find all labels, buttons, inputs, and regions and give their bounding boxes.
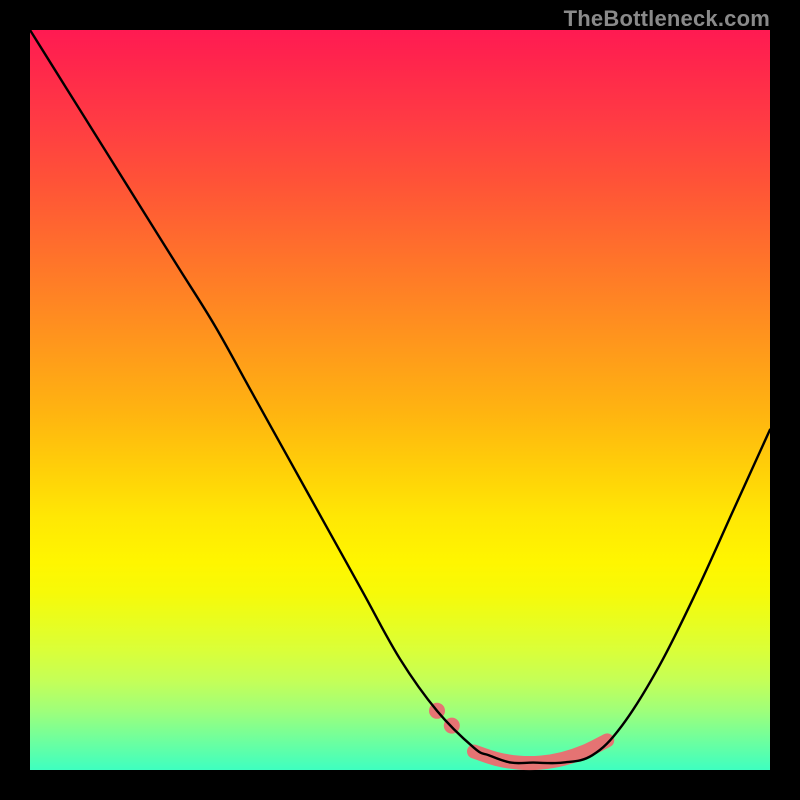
plot-area	[30, 30, 770, 770]
chart-frame: TheBottleneck.com	[0, 0, 800, 800]
highlight-segment	[474, 740, 607, 763]
highlight-group	[429, 703, 607, 763]
bottleneck-curve	[30, 30, 770, 763]
chart-svg	[30, 30, 770, 770]
watermark-text: TheBottleneck.com	[564, 6, 770, 32]
